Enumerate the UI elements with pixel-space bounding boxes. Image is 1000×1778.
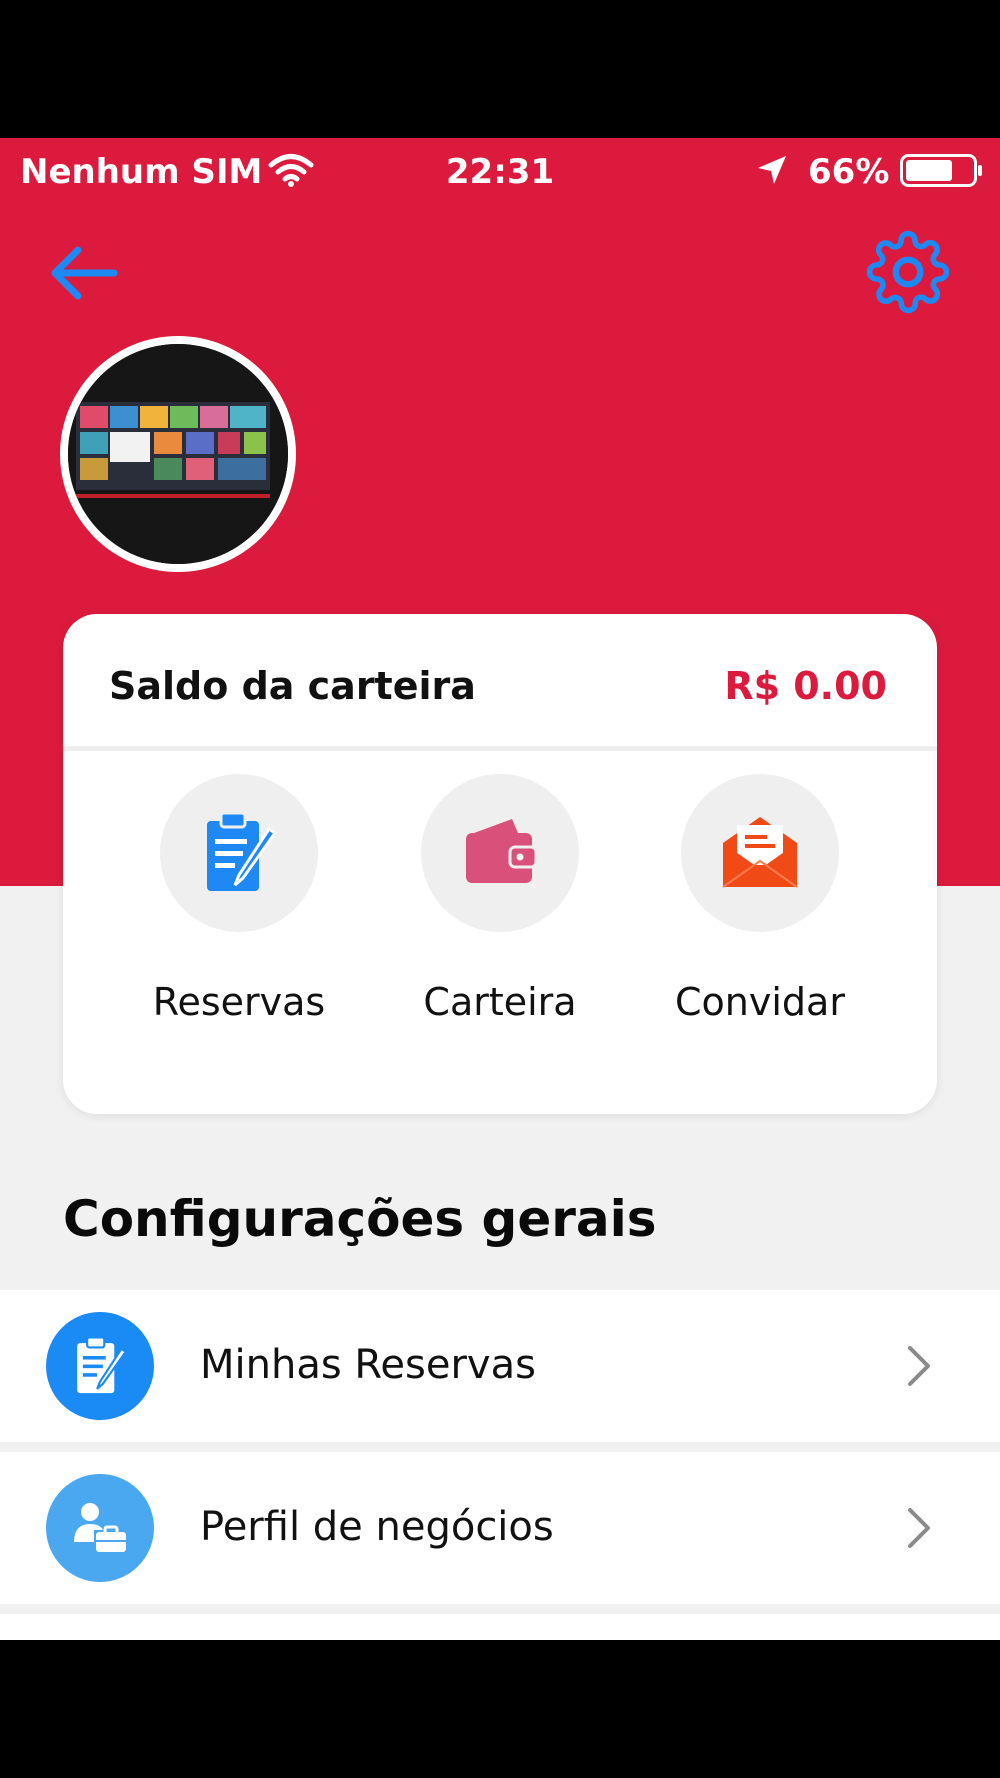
clipboard-edit-icon: [207, 811, 278, 891]
business-profile-icon: [46, 1474, 154, 1582]
battery-percentage: 66%: [808, 152, 890, 192]
action-icon-circle: [160, 774, 318, 932]
section-title: Configurações gerais: [63, 1190, 657, 1248]
settings-button[interactable]: [866, 230, 950, 314]
chevron-right-icon: [908, 1346, 930, 1386]
location-arrow-icon: [756, 154, 788, 195]
action-icon-circle: [421, 774, 579, 932]
app-screen: Nenhum SIM 22:31 66% Saldo da carteira R…: [0, 138, 1000, 1640]
menu-item-label: Perfil de negócios: [200, 1504, 554, 1550]
carteira-button[interactable]: Carteira: [380, 774, 620, 1044]
battery-icon: [900, 154, 984, 197]
back-button[interactable]: [46, 238, 122, 308]
wallet-balance-value: R$ 0.00: [724, 664, 887, 708]
clipboard-edit-icon: [46, 1312, 154, 1420]
wallet-icon: [466, 819, 538, 883]
profile-avatar[interactable]: [60, 336, 296, 572]
wallet-balance-label: Saldo da carteira: [109, 664, 476, 708]
reservas-button[interactable]: Reservas: [119, 774, 359, 1044]
wallet-card: Saldo da carteira R$ 0.00 Reservas Carte…: [63, 614, 937, 1114]
envelope-icon: [722, 817, 798, 888]
carteira-label: Carteira: [423, 980, 577, 1024]
convidar-label: Convidar: [675, 980, 845, 1024]
menu-item-partial[interactable]: [0, 1614, 1000, 1640]
avatar-photo: [68, 344, 288, 564]
reservas-label: Reservas: [152, 980, 326, 1024]
status-bar: Nenhum SIM 22:31 66%: [0, 138, 1000, 202]
chevron-right-icon: [908, 1508, 930, 1548]
arrow-left-icon: [51, 246, 118, 300]
menu-item-label: Minhas Reservas: [200, 1342, 536, 1388]
gear-icon: [866, 230, 950, 314]
divider: [63, 746, 937, 751]
convidar-button[interactable]: Convidar: [640, 774, 880, 1044]
action-icon-circle: [681, 774, 839, 932]
menu-item-minhas-reservas[interactable]: Minhas Reservas: [0, 1290, 1000, 1442]
menu-item-perfil-de-negocios[interactable]: Perfil de negócios: [0, 1452, 1000, 1604]
